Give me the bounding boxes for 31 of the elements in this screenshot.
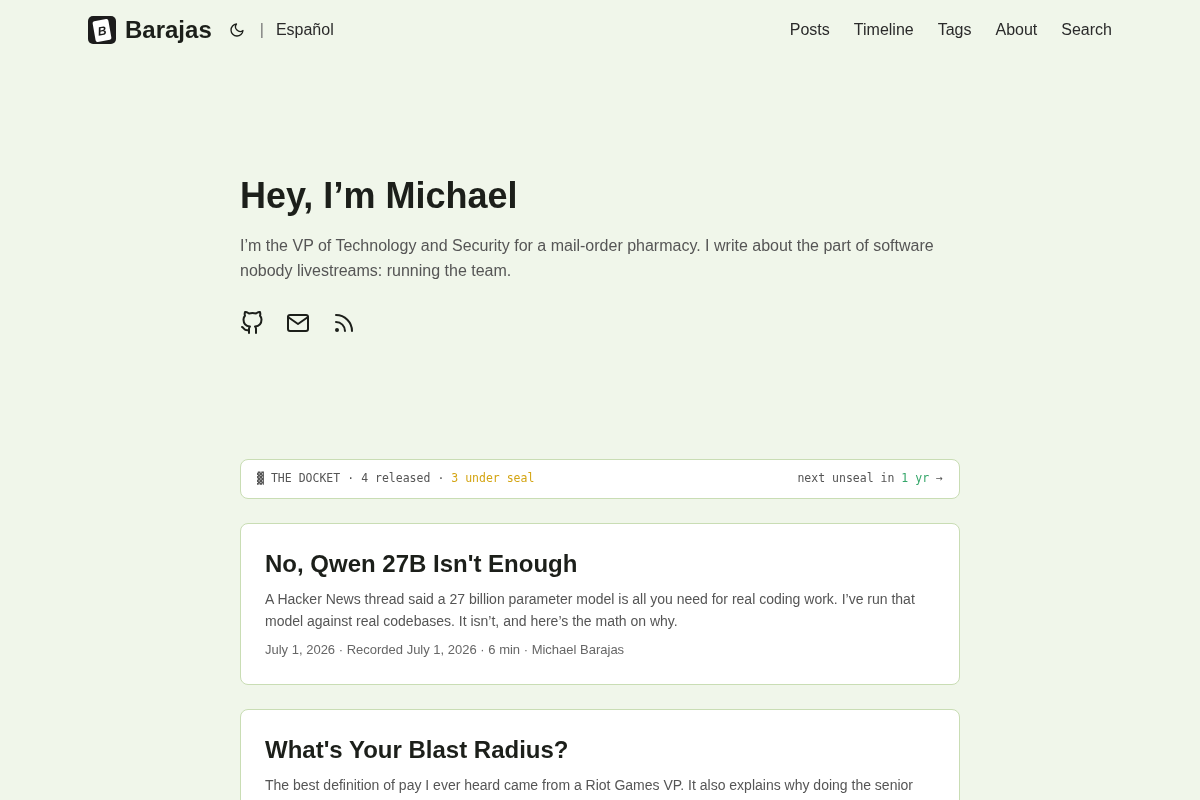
separator-dot: · bbox=[437, 470, 445, 488]
separator-dot: · bbox=[347, 470, 355, 488]
post-title[interactable]: What's Your Blast Radius? bbox=[265, 734, 935, 766]
language-link[interactable]: Español bbox=[275, 18, 334, 42]
post-meta: July 1, 2026 · Recorded July 1, 2026 · 6 min · Michael Barajas bbox=[265, 641, 626, 659]
github-icon[interactable] bbox=[240, 311, 264, 335]
nav-link[interactable]: About bbox=[995, 18, 1038, 42]
mail-icon[interactable] bbox=[286, 311, 310, 335]
nav-link[interactable]: Search bbox=[1061, 18, 1112, 42]
next-unseal-time: 1 yr bbox=[901, 470, 930, 488]
released-count: 4 released bbox=[361, 470, 431, 488]
post-card[interactable] bbox=[240, 523, 960, 685]
rss-icon[interactable] bbox=[332, 311, 356, 335]
nav-link[interactable]: Timeline bbox=[853, 18, 914, 42]
site-name[interactable]: Barajas bbox=[125, 14, 212, 46]
separator: | bbox=[259, 20, 264, 40]
docket-title: THE DOCKET bbox=[270, 470, 341, 488]
moon-icon[interactable] bbox=[228, 22, 245, 38]
nav-link[interactable]: Tags bbox=[937, 18, 972, 42]
arrow-text[interactable]: → bbox=[936, 470, 943, 488]
docket-glyph: ▓ bbox=[257, 470, 264, 488]
hero-intro: I’m the VP of Technology and Security for a mail-order pharmacy. I write about the part of software nobody livestreams: running the team. bbox=[240, 236, 935, 281]
next-unseal-label: next unseal in bbox=[797, 470, 895, 488]
post-description: The best definition of pay I ever heard came from a Riot Games VP. It also explains why doing the senior bbox=[265, 776, 914, 795]
post-description: A Hacker News thread said a 27 billion parameter model is all you need for real coding work. I’ve run that model against real codebases. It isn’t, and here’s the math on why. bbox=[265, 590, 916, 631]
post-card[interactable]: What's Your Blast Radius? The best definition of pay I ever heard came from a Riot Games VP. It also explains why doing the senior bbox=[240, 709, 960, 800]
hero-heading: Hey, I’m Michael bbox=[240, 176, 519, 216]
sealed-count: 3 under seal bbox=[451, 470, 535, 488]
nav-link[interactable]: Posts bbox=[789, 18, 830, 42]
post-title[interactable]: No, Qwen 27B Isn't Enough bbox=[265, 548, 935, 580]
logo[interactable]: B bbox=[88, 16, 116, 44]
